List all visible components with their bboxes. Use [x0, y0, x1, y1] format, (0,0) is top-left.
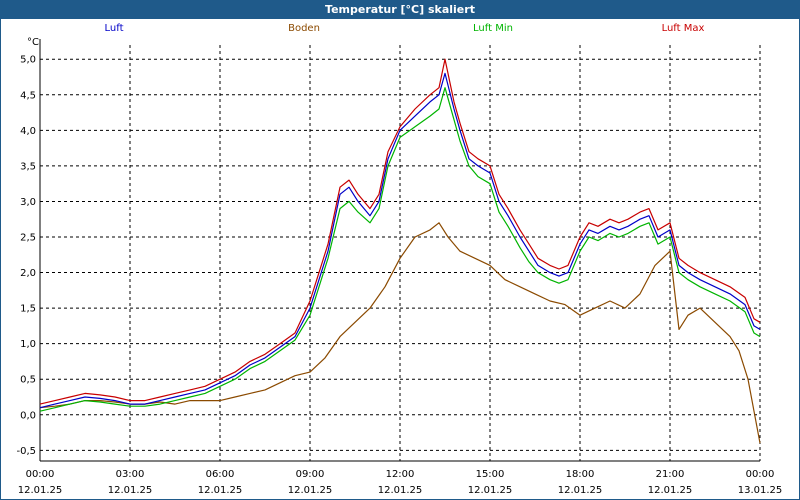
y-tick-label: 3,0 — [20, 197, 36, 208]
x-tick-time: 09:00 — [296, 469, 325, 480]
x-tick-time: 12:00 — [386, 469, 415, 480]
x-tick-time: 00:00 — [26, 469, 55, 480]
y-tick-label: 2,5 — [20, 233, 36, 244]
x-tick-date: 12.01.25 — [108, 485, 153, 496]
plot-area: -0,5 0,0 0,5 1,0 1,5 2,0 2,5 3,0 3,5 4,0 4,5 5,0 00:… — [16, 37, 783, 496]
x-tick-time: 15:00 — [476, 469, 505, 480]
y-tick-label: 1,0 — [20, 339, 36, 350]
x-tick-date: 12.01.25 — [648, 485, 693, 496]
y-tick-label: 3,5 — [20, 161, 36, 172]
chart-window: Temperatur [°C] skaliert Luft Boden Luft M… — [0, 0, 800, 500]
x-tick-time: 18:00 — [566, 469, 595, 480]
y-tick-label: 1,5 — [20, 304, 36, 315]
x-tick-date: 13.01.25 — [738, 485, 783, 496]
x-tick-time: 21:00 — [656, 469, 685, 480]
x-tick-date: 12.01.25 — [558, 485, 603, 496]
y-tick-label: -0,5 — [16, 446, 36, 457]
x-tick-date: 12.01.25 — [378, 485, 423, 496]
y-tick-label: 4,0 — [20, 126, 36, 137]
x-tick-date: 12.01.25 — [468, 485, 513, 496]
x-tick-date: 12.01.25 — [198, 485, 243, 496]
y-axis-label: °C — [27, 37, 39, 48]
x-tick-date: 12.01.25 — [288, 485, 333, 496]
y-tick-label: 0,0 — [20, 410, 36, 421]
x-tick-time: 06:00 — [206, 469, 235, 480]
y-tick-label: 4,5 — [20, 90, 36, 101]
x-tick-date: 12.01.25 — [18, 485, 63, 496]
y-tick-label: 2,0 — [20, 268, 36, 279]
y-tick-label: 5,0 — [20, 55, 36, 66]
x-tick-time: 03:00 — [116, 469, 145, 480]
y-tick-label: 0,5 — [20, 375, 36, 386]
x-tick-time: 00:00 — [746, 469, 775, 480]
